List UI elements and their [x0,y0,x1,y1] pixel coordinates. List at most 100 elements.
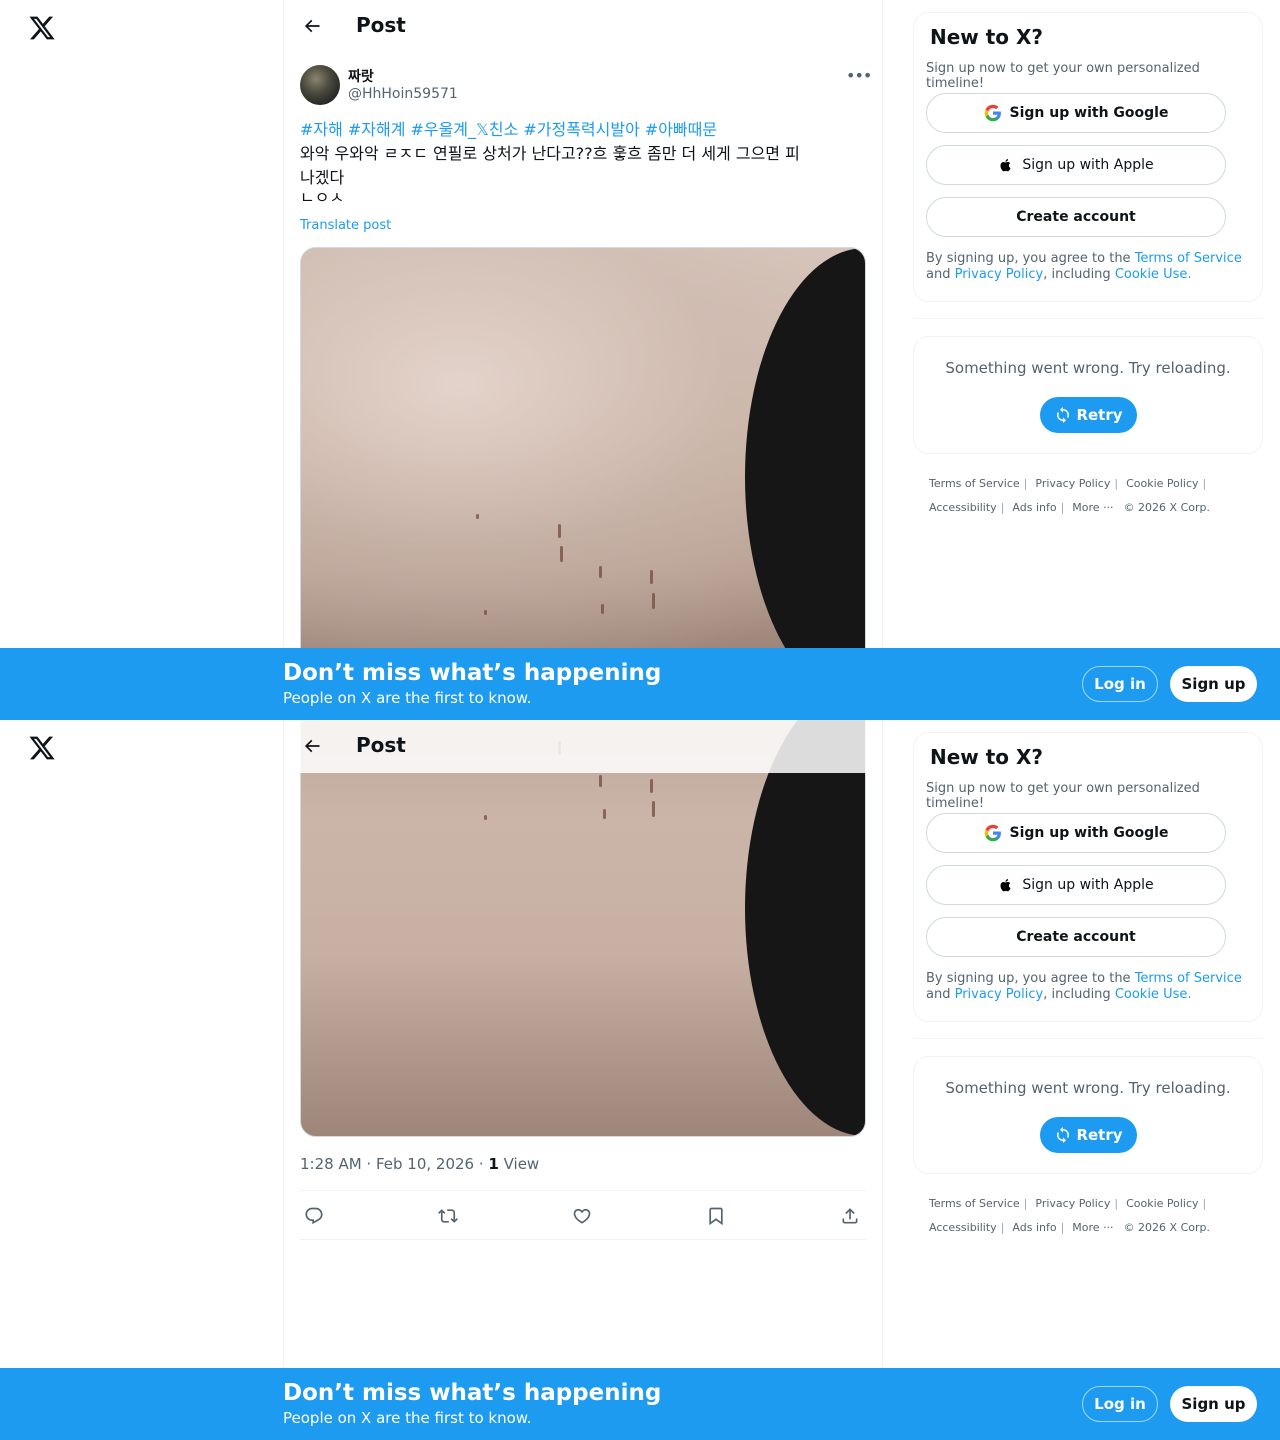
legal-text: By signing up, you agree to the [926,251,1135,266]
footer-cookie-link[interactable]: Cookie Policy [1126,472,1198,496]
author-name[interactable]: 짜랏 [348,66,374,86]
legal-text: By signing up, you agree to the [926,971,1135,986]
signup-apple-button[interactable]: Sign up with Apple [926,865,1226,905]
reply-icon[interactable] [302,1204,326,1228]
footer-cookie-link[interactable]: Cookie Policy [1126,1192,1198,1216]
page-title: Post [356,733,406,757]
footer-privacy-link[interactable]: Privacy Policy [1035,472,1110,496]
create-account-button[interactable]: Create account [926,917,1226,957]
error-message: Something went wrong. Try reloading. [945,359,1231,377]
footer-terms-link[interactable]: Terms of Service [929,472,1020,496]
banner-title: Don’t miss what’s happening [283,1380,662,1406]
legal-text: and [926,267,955,282]
image-content [601,604,604,614]
post-column: Post 짜랏 @HhHoin59571 ••• #자해 #자해계 #우울계_𝕏친소… [283,0,883,720]
refresh-icon [1057,407,1070,423]
image-content [650,570,653,584]
like-icon[interactable] [570,1204,594,1228]
screen-scrolled: Post 1:28 AM · Feb 10, 2026 · 1 View New… [0,720,1280,1440]
error-message: Something went wrong. Try reloading. [945,1079,1231,1097]
divider [913,318,1263,319]
footer-separator: | [1114,477,1119,490]
footer-links: Terms of Service | Privacy Policy | Cookie P… [929,1192,1249,1240]
post-image[interactable] [300,720,866,1137]
privacy-link[interactable]: Privacy Policy [955,987,1044,1002]
cookie-link[interactable]: Cookie Use. [1115,267,1192,282]
footer-separator: | [1202,477,1207,490]
hashtag-link[interactable]: #가정폭력시발아 [523,120,639,139]
avatar[interactable] [300,65,340,105]
signup-button[interactable]: Sign up [1170,666,1257,702]
more-options-icon[interactable]: ••• [846,66,872,86]
footer-separator: | [1023,1197,1028,1210]
footer-separator: | [1000,1221,1005,1234]
retry-button[interactable]: Retry [1040,1117,1137,1153]
signup-legal-text: By signing up, you agree to the Terms of… [926,971,1252,1003]
arrow-left-icon[interactable] [300,14,324,38]
repost-icon[interactable] [436,1204,460,1228]
image-content [652,801,655,817]
author-handle[interactable]: @HhHoin59571 [348,86,458,102]
post-text-line: ㄴㅇㅅ [300,188,345,207]
signup-google-button[interactable]: Sign up with Google [926,93,1226,133]
footer-ads-link[interactable]: Ads info [1012,1216,1056,1240]
terms-link[interactable]: Terms of Service [1135,251,1242,266]
google-icon [984,824,1002,842]
hashtag-link[interactable]: #자해 [300,120,343,139]
footer-accessibility-link[interactable]: Accessibility [929,496,997,520]
login-button[interactable]: Log in [1082,1386,1158,1422]
share-icon[interactable] [838,1204,862,1228]
bookmark-icon[interactable] [704,1204,728,1228]
footer-accessibility-link[interactable]: Accessibility [929,1216,997,1240]
signup-legal-text: By signing up, you agree to the Terms of… [926,251,1252,283]
signup-google-label: Sign up with Google [1009,825,1169,841]
footer-separator: | [1114,1197,1119,1210]
banner-title: Don’t miss what’s happening [283,660,662,686]
image-content [599,566,602,578]
signup-card-subtitle: Sign up now to get your own personalized… [926,61,1200,91]
footer-separator: | [1060,1221,1065,1234]
translate-post-link[interactable]: Translate post [300,218,391,233]
footer-privacy-link[interactable]: Privacy Policy [1035,1192,1110,1216]
post-header: Post [284,0,882,53]
image-content [560,546,563,562]
x-logo-icon[interactable] [28,14,56,42]
hashtag-link[interactable]: #아빠때문 [645,120,717,139]
footer-more-link[interactable]: More ··· [1072,496,1113,520]
terms-link[interactable]: Terms of Service [1135,971,1242,986]
apple-icon [998,876,1014,894]
cookie-link[interactable]: Cookie Use. [1115,987,1192,1002]
x-logo-icon[interactable] [28,734,56,762]
post-time[interactable]: 1:28 AM · Feb 10, 2026 · [300,1155,488,1173]
footer-separator: | [1000,501,1005,514]
footer-terms-link[interactable]: Terms of Service [929,1192,1020,1216]
signup-banner: Don’t miss what’s happening People on X … [0,648,1280,720]
arrow-left-icon[interactable] [300,734,324,758]
view-count: 1 [488,1155,499,1173]
post-text-line: 나겠다 [300,168,345,187]
signup-card: New to X? Sign up now to get your own pe… [913,732,1263,1022]
signup-google-button[interactable]: Sign up with Google [926,813,1226,853]
page-title: Post [356,13,406,37]
hashtag-link[interactable]: #우울계_𝕏친소 [410,120,518,139]
google-icon [984,104,1002,122]
apple-icon [998,156,1014,174]
footer-more-link[interactable]: More ··· [1072,1216,1113,1240]
post-image[interactable] [300,247,866,707]
footer-separator: | [1202,1197,1207,1210]
signup-apple-button[interactable]: Sign up with Apple [926,145,1226,185]
screen-top: Post 짜랏 @HhHoin59571 ••• #자해 #자해계 #우울계_𝕏친소… [0,0,1280,720]
view-label: View [498,1155,540,1173]
image-content [603,809,606,819]
login-button[interactable]: Log in [1082,666,1158,702]
image-content [476,514,479,519]
privacy-link[interactable]: Privacy Policy [955,267,1044,282]
post-text-line: 와악 우와악 ㄹㅈㄷ 연필로 상처가 난다고??흐 훟흐 좀만 더 세게 그으면… [300,144,800,163]
retry-button[interactable]: Retry [1040,397,1137,433]
signup-button[interactable]: Sign up [1170,1386,1257,1422]
create-account-button[interactable]: Create account [926,197,1226,237]
footer-ads-link[interactable]: Ads info [1012,496,1056,520]
banner-subtitle: People on X are the first to know. [283,1409,532,1427]
refresh-icon [1057,1127,1070,1143]
hashtag-link[interactable]: #자해계 [348,120,406,139]
